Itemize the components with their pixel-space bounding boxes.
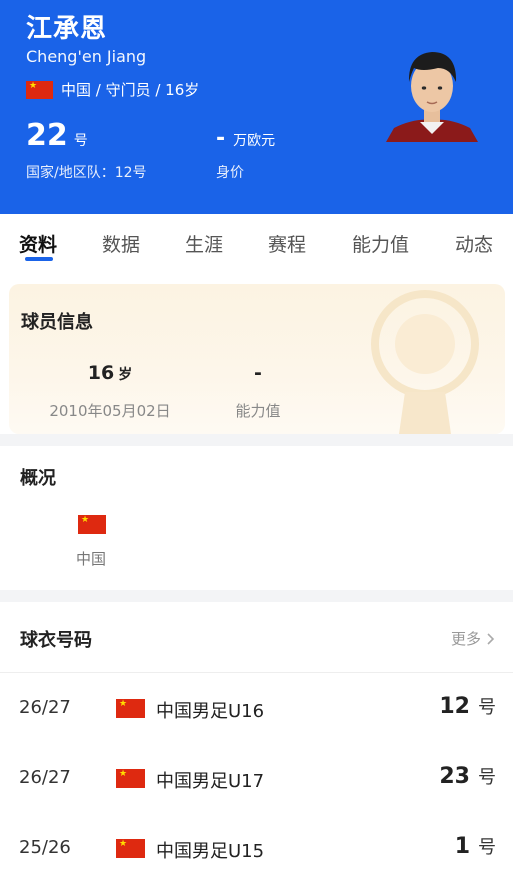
birthdate: 2010年05月02日 [49, 402, 171, 420]
tab-career[interactable]: 生涯 [185, 230, 223, 257]
jersey-number-unit: 号 [478, 837, 496, 858]
tab-stats[interactable]: 数据 [102, 230, 140, 257]
ability-value: - [254, 362, 262, 384]
overview-country: 中国 [76, 550, 107, 568]
age-value: 16 [87, 362, 115, 384]
player-name-en: Cheng'en Jiang [26, 47, 147, 66]
china-flag-icon: ★ [78, 515, 106, 534]
national-team-number: 国家/地区队：12号 [26, 165, 147, 181]
jersey-number: 12 号 [439, 693, 496, 719]
jersey-number: 1号 [455, 833, 496, 859]
shirt-number: 22 [26, 118, 68, 153]
china-flag-icon: ★ [116, 699, 145, 718]
shirt-number-block: 22 号 [26, 118, 88, 153]
china-flag-icon: ★ [116, 839, 145, 858]
market-value-unit: 万欧元 [233, 133, 276, 149]
player-name-cn: 江承恩 [26, 14, 108, 44]
player-info-title: 球员信息 [21, 312, 93, 333]
jersey-number-value: 1 [454, 834, 470, 859]
chevron-right-icon [487, 632, 495, 645]
jersey-title: 球衣号码 [20, 630, 92, 651]
market-value-label: 身价 [216, 165, 244, 181]
player-info-section: 球员信息 16 岁 2010年05月02日 - 能力值 [0, 270, 513, 434]
jersey-season: 26/27 [19, 697, 71, 718]
overview-title: 概况 [20, 468, 56, 489]
player-info-card: 球员信息 16 岁 2010年05月02日 - 能力值 [9, 284, 505, 434]
china-flag-icon: ★ [26, 80, 53, 99]
age-unit: 岁 [118, 367, 133, 383]
jersey-season: 26/27 [19, 767, 71, 788]
tab-ability[interactable]: 能力值 [352, 230, 409, 257]
jersey-team: 中国男足U15 [156, 841, 265, 862]
player-header: 江承恩 Cheng'en Jiang ★ 中国 / 守门员 / 16岁 22 号 … [0, 0, 513, 214]
tab-profile[interactable]: 资料 [19, 230, 57, 257]
jersey-row[interactable]: 25/26 ★ 中国男足U15 1号 [0, 813, 513, 870]
shirt-number-unit: 号 [73, 133, 88, 149]
more-link[interactable]: 更多 [451, 628, 497, 649]
jersey-number-unit: 号 [478, 767, 496, 788]
tab-bar: 资料 数据 生涯 赛程 能力值 动态 [0, 214, 513, 270]
overview-section: 概况 ★ 中国 [0, 446, 513, 590]
market-value: - [216, 126, 226, 151]
jersey-number-value: 12 [439, 694, 470, 719]
jersey-row[interactable]: 26/27 ★ 中国男足U16 12 号 [0, 673, 513, 743]
age-stat: 16 岁 [65, 362, 155, 384]
jersey-team: 中国男足U17 [156, 771, 265, 792]
jersey-team: 中国男足U16 [156, 701, 265, 722]
active-tab-indicator [25, 257, 53, 261]
tab-schedule[interactable]: 赛程 [268, 230, 306, 257]
ability-label: 能力值 [235, 402, 281, 420]
trophy-watermark-icon [371, 290, 479, 434]
jersey-number: 23 号 [439, 763, 496, 789]
jersey-row[interactable]: 26/27 ★ 中国男足U17 23 号 [0, 743, 513, 813]
china-flag-icon: ★ [116, 769, 145, 788]
jersey-season: 25/26 [19, 837, 71, 858]
player-meta: ★ 中国 / 守门员 / 16岁 [26, 79, 199, 100]
player-avatar [384, 44, 480, 142]
more-label: 更多 [450, 630, 481, 648]
player-meta-text: 中国 / 守门员 / 16岁 [61, 81, 200, 99]
market-value-block: - 万欧元 [216, 126, 275, 151]
jersey-number-unit: 号 [478, 697, 496, 718]
jersey-number-section: 球衣号码 更多 26/27 ★ 中国男足U16 12 号 26/27 ★ 中国男足… [0, 602, 513, 870]
jersey-number-value: 23 [439, 764, 470, 789]
tab-news[interactable]: 动态 [455, 230, 493, 257]
